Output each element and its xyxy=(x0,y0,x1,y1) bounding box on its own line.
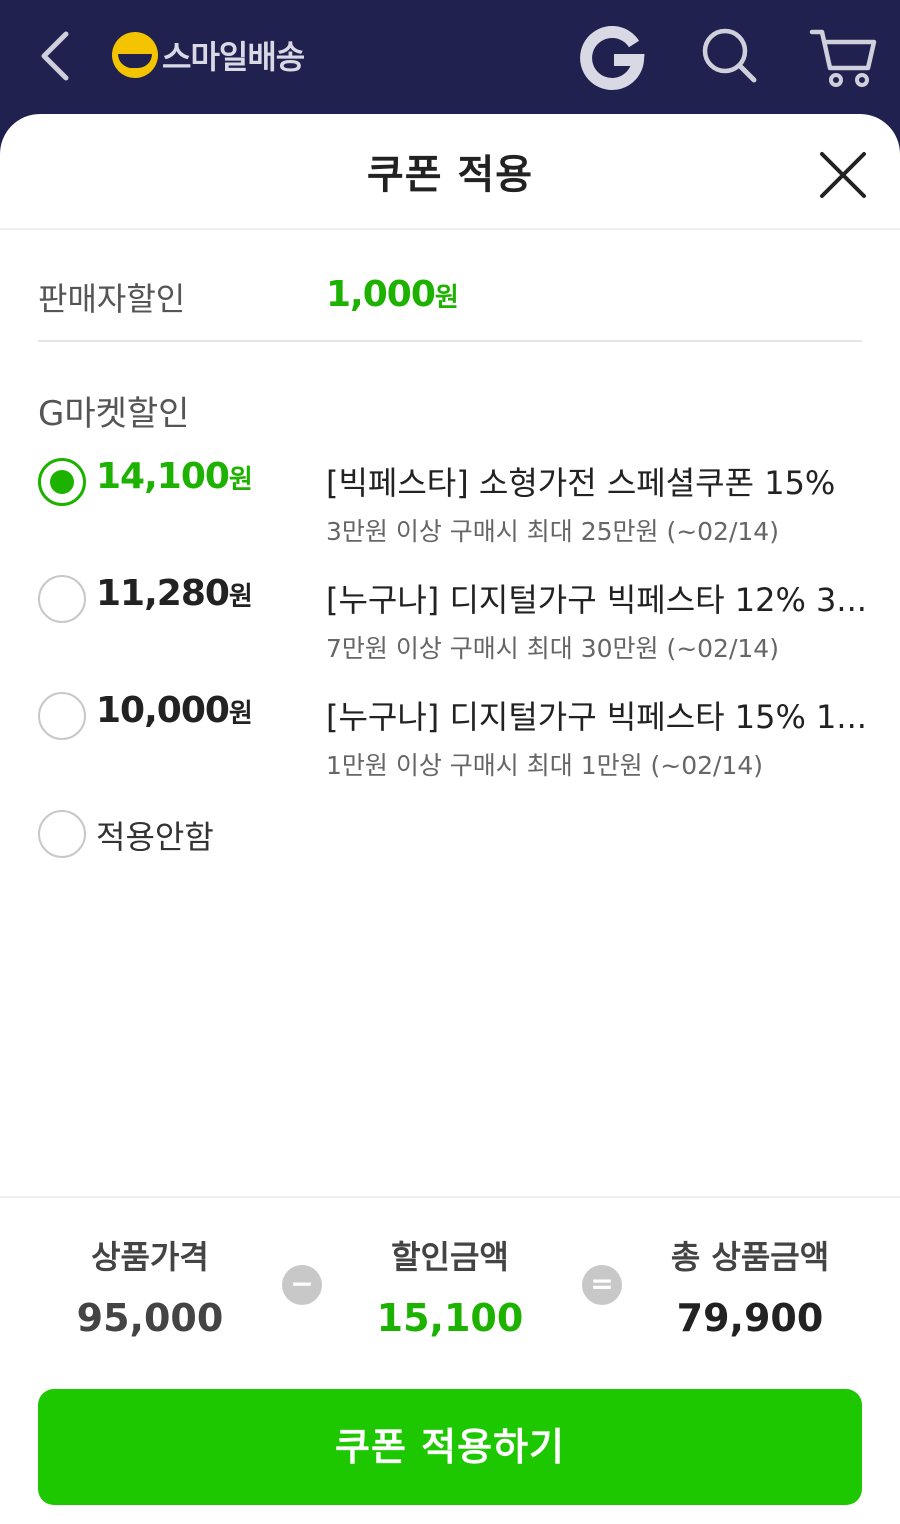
seller-discount-amount: 1,000원 xyxy=(326,274,459,315)
search-button[interactable] xyxy=(698,24,760,86)
total-summary: 총 상품금액 79,900 xyxy=(630,1232,870,1340)
minus-icon: − xyxy=(282,1265,322,1305)
coupon-amount: 10,000원 xyxy=(96,690,253,731)
smile-delivery-logo[interactable]: 스마일배송 xyxy=(112,30,305,80)
cart-icon xyxy=(809,29,877,87)
coupon-condition: 7만원 이상 구매시 최대 30만원 (~02/14) xyxy=(326,634,779,663)
no-apply-option[interactable]: 적용안함 xyxy=(38,808,868,868)
back-arrow-icon xyxy=(41,31,69,81)
radio-button[interactable] xyxy=(38,810,86,858)
seller-discount-label: 판매자할인 xyxy=(38,280,186,318)
product-price-summary: 상품가격 95,000 xyxy=(30,1232,270,1340)
coupon-amount-value: 14,100 xyxy=(96,456,230,497)
close-icon xyxy=(820,152,866,198)
gmarket-home-button[interactable] xyxy=(578,22,646,90)
back-button[interactable] xyxy=(30,28,80,84)
coupon-sheet: 쿠폰 적용 판매자할인 1,000원 G마켓할인 14,100원 [빅페스타] … xyxy=(0,114,900,1524)
currency-unit: 원 xyxy=(228,699,253,729)
discount-amount-value: 15,100 xyxy=(376,1296,524,1340)
radio-button-selected[interactable] xyxy=(38,458,86,506)
radio-button[interactable] xyxy=(38,692,86,740)
gmarket-g-icon xyxy=(580,26,645,90)
app-bar: 스마일배송 xyxy=(0,0,900,130)
coupon-name: [누구나] 디지털가구 빅페스타 15% 1... xyxy=(326,698,866,736)
coupon-amount-value: 10,000 xyxy=(96,690,230,731)
discount-amount-label: 할인금액 xyxy=(391,1238,509,1276)
seller-discount-value: 1,000 xyxy=(326,274,436,315)
product-price-value: 95,000 xyxy=(76,1296,224,1340)
brand-text: 스마일배송 xyxy=(162,38,305,76)
total-amount-label: 총 상품금액 xyxy=(670,1238,830,1276)
coupon-option[interactable]: 10,000원 [누구나] 디지털가구 빅페스타 15% 1... 1만원 이상… xyxy=(38,690,868,790)
divider xyxy=(38,340,862,342)
radio-button[interactable] xyxy=(38,575,86,623)
no-apply-label: 적용안함 xyxy=(96,818,214,856)
coupon-option[interactable]: 11,280원 [누구나] 디지털가구 빅페스타 12% 3... 7만원 이상… xyxy=(38,573,868,673)
sheet-title: 쿠폰 적용 xyxy=(366,152,534,198)
search-icon xyxy=(702,28,757,83)
product-price-label: 상품가격 xyxy=(91,1238,209,1276)
coupon-amount-value: 11,280 xyxy=(96,573,230,614)
discount-summary: 할인금액 15,100 xyxy=(330,1232,570,1340)
coupon-option[interactable]: 14,100원 [빅페스타] 소형가전 스페셜쿠폰 15% 3만원 이상 구매시… xyxy=(38,456,868,556)
divider xyxy=(0,1196,900,1198)
total-amount-value: 79,900 xyxy=(676,1296,824,1340)
currency-unit: 원 xyxy=(434,283,459,313)
currency-unit: 원 xyxy=(228,465,253,495)
close-button[interactable] xyxy=(816,148,870,202)
equals-icon: = xyxy=(582,1265,622,1305)
coupon-amount: 14,100원 xyxy=(96,456,253,497)
apply-coupon-button[interactable]: 쿠폰 적용하기 xyxy=(38,1389,862,1505)
coupon-name: [누구나] 디지털가구 빅페스타 12% 3... xyxy=(326,581,866,619)
coupon-amount: 11,280원 xyxy=(96,573,253,614)
cart-button[interactable] xyxy=(808,24,878,90)
gmarket-discount-label: G마켓할인 xyxy=(38,394,190,434)
divider xyxy=(0,228,900,230)
coupon-condition: 3만원 이상 구매시 최대 25만원 (~02/14) xyxy=(326,517,779,546)
coupon-condition: 1만원 이상 구매시 최대 1만원 (~02/14) xyxy=(326,751,764,780)
coupon-name: [빅페스타] 소형가전 스페셜쿠폰 15% xyxy=(326,464,836,502)
currency-unit: 원 xyxy=(228,582,253,612)
smile-logo-icon xyxy=(112,32,158,78)
